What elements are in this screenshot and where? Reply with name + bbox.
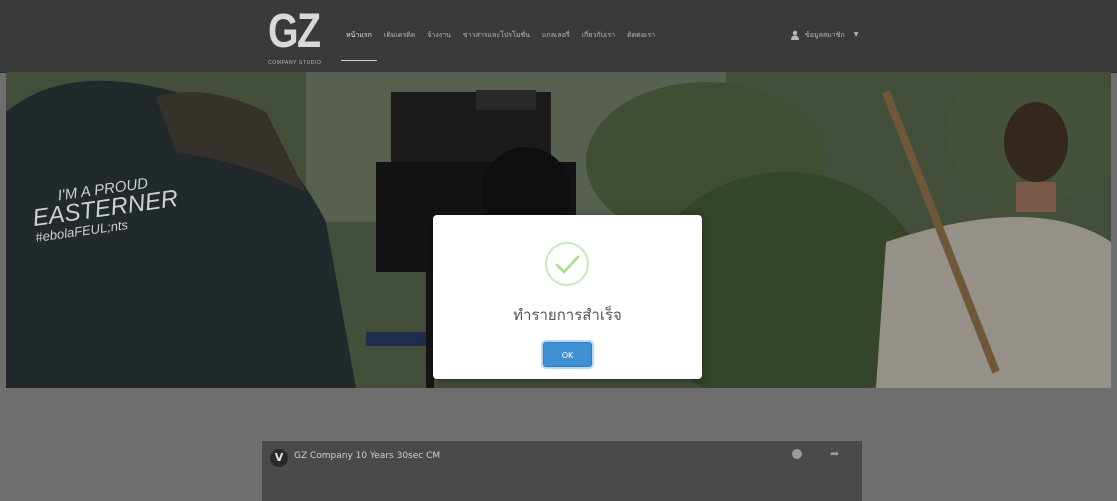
success-dialog: ทำรายการสำเร็จ OK <box>433 215 702 379</box>
success-check-icon <box>545 242 589 286</box>
dialog-title: ทำรายการสำเร็จ <box>513 306 622 324</box>
ok-button[interactable]: OK <box>543 342 592 367</box>
